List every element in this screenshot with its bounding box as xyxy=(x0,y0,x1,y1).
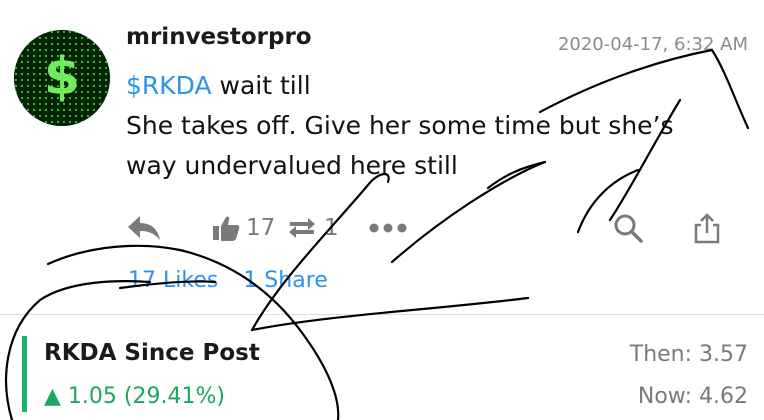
stock-indicator-bar xyxy=(22,336,27,412)
post-text-line-2: She takes off. Give her some time but sh… xyxy=(126,111,674,140)
post-body: $RKDA wait till She takes off. Give her … xyxy=(126,66,726,186)
likes-link[interactable]: 17 Likes xyxy=(128,268,218,293)
reshare-count: 1 xyxy=(324,215,339,241)
divider xyxy=(0,314,764,315)
search-button[interactable] xyxy=(612,206,644,250)
reshare-button[interactable]: 1 xyxy=(286,206,339,250)
post-timestamp: 2020-04-17, 6:32 AM xyxy=(557,34,748,55)
reshare-icon xyxy=(289,218,315,238)
stock-title[interactable]: RKDA Since Post xyxy=(44,340,260,366)
svg-text:$: $ xyxy=(44,47,80,107)
ticker-link[interactable]: $RKDA xyxy=(126,71,212,100)
like-count: 17 xyxy=(246,215,276,241)
search-icon xyxy=(614,214,643,243)
reply-button[interactable] xyxy=(126,206,162,250)
stock-then-price: Then: 3.57 xyxy=(629,342,748,367)
post-actions: 17 1 xyxy=(0,206,764,250)
engagement-row: 17 Likes 1 Share xyxy=(128,268,346,293)
share-button[interactable] xyxy=(692,206,722,250)
avatar[interactable]: $ xyxy=(14,30,110,126)
post-text-line-3: way undervalued here still xyxy=(126,151,458,180)
stock-change: ▲ 1.05 (29.41%) xyxy=(44,384,225,409)
more-dots-icon xyxy=(369,223,407,233)
username[interactable]: mrinvestorpro xyxy=(126,24,312,50)
shares-link[interactable]: 1 Share xyxy=(243,268,327,293)
more-button[interactable] xyxy=(368,206,408,250)
share-icon xyxy=(694,213,720,244)
avatar-image: $ xyxy=(14,30,110,126)
post-text-line-1: wait till xyxy=(211,71,311,100)
thumbs-up-icon xyxy=(213,216,240,241)
reply-arrow-icon xyxy=(128,216,160,240)
like-button[interactable]: 17 xyxy=(212,206,275,250)
stock-now-price: Now: 4.62 xyxy=(637,384,748,409)
